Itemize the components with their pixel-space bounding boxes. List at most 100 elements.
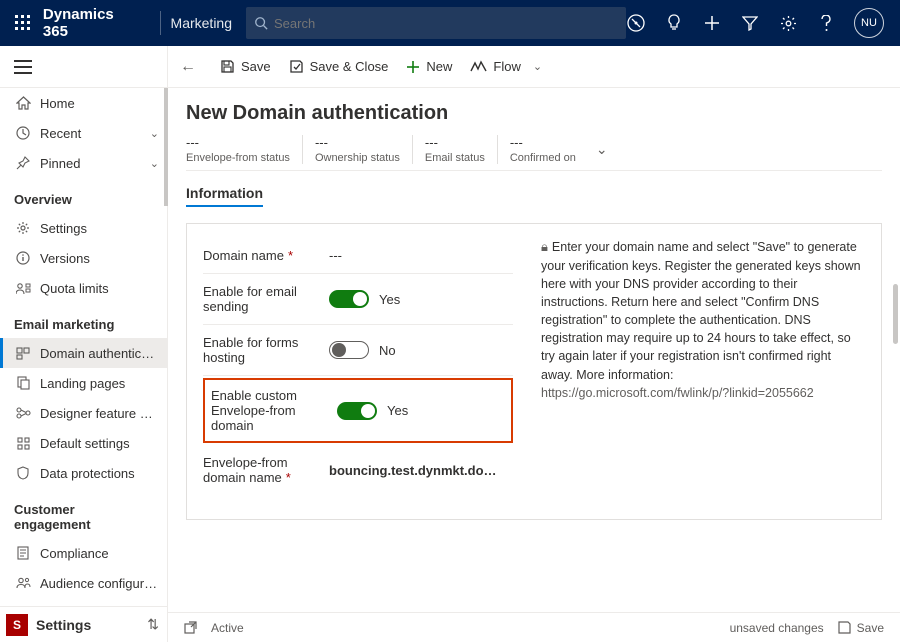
record-state: Active	[211, 621, 244, 635]
nav-settings[interactable]: Settings	[0, 213, 167, 243]
nav-label: Default settings	[40, 436, 159, 451]
toggle-label: Yes	[387, 403, 408, 418]
nav-audience[interactable]: Audience configur…	[0, 568, 167, 598]
search-input[interactable]	[274, 16, 618, 31]
new-button[interactable]: New	[406, 59, 452, 74]
popout-icon[interactable]	[184, 621, 197, 634]
nav-label: Audience configur…	[40, 576, 159, 591]
avatar-initials: NU	[861, 17, 877, 29]
save-close-icon	[289, 59, 304, 74]
assistant-icon[interactable]	[626, 13, 646, 33]
hamburger-icon[interactable]	[14, 60, 32, 74]
save-icon	[220, 59, 235, 74]
app-launcher[interactable]	[8, 7, 39, 39]
toggle-off[interactable]	[329, 341, 369, 359]
nav-label: Home	[40, 96, 159, 111]
required-marker: *	[288, 248, 293, 263]
lock-icon: 🔒︎	[541, 238, 548, 257]
content: New Domain authentication ---Envelope-fr…	[168, 88, 900, 642]
gear-icon	[14, 221, 32, 235]
pin-icon	[14, 156, 32, 170]
field-envelope-from-domain[interactable]: Envelope-from domain name* bouncing.test…	[203, 445, 513, 495]
chevron-down-icon: ⌄	[150, 157, 159, 170]
pages-icon	[14, 376, 32, 390]
quota-icon	[14, 282, 32, 295]
flow-icon	[470, 60, 487, 73]
footer-save-button[interactable]: Save	[838, 621, 884, 635]
status-expand[interactable]: ⌄	[596, 141, 608, 158]
nav-label: Settings	[40, 221, 159, 236]
search-box[interactable]	[246, 7, 626, 39]
nav-home[interactable]: Home	[0, 88, 167, 118]
highlighted-field: Enable custom Envelope-from domain Yes	[203, 378, 513, 443]
status-bar: Active unsaved changes Save	[168, 612, 900, 642]
flow-button[interactable]: Flow⌄	[470, 59, 542, 74]
field-enable-email[interactable]: Enable for email sending Yes	[203, 274, 513, 325]
app-name[interactable]: Dynamics 365	[43, 6, 140, 40]
search-icon	[254, 16, 268, 30]
nav-data-protections[interactable]: Data protections	[0, 458, 167, 488]
area-badge: S	[6, 614, 28, 636]
nav-landing[interactable]: Landing pages	[0, 368, 167, 398]
unsaved-label: unsaved changes	[730, 621, 824, 635]
save-close-button[interactable]: Save & Close	[289, 59, 389, 74]
cmd-label: Save	[241, 59, 271, 74]
nav-quota[interactable]: Quota limits	[0, 273, 167, 303]
nav-label: Recent	[40, 126, 150, 141]
nav-pinned[interactable]: Pinned ⌄	[0, 148, 167, 178]
toggle-label: No	[379, 343, 396, 358]
updown-icon: ⇅	[147, 616, 157, 633]
nav-label: Pinned	[40, 156, 150, 171]
cmd-label: Flow	[493, 59, 520, 74]
nav-versions[interactable]: Versions	[0, 243, 167, 273]
help-column: 🔒︎Enter your domain name and select "Sav…	[541, 238, 865, 495]
nav-defaults[interactable]: Default settings	[0, 428, 167, 458]
plus-icon	[406, 60, 420, 74]
domain-icon	[14, 347, 32, 360]
defaults-icon	[14, 437, 32, 450]
help-link[interactable]: https://go.microsoft.com/fwlink/p/?linki…	[541, 386, 814, 400]
audience-icon	[14, 577, 32, 589]
nav-recent[interactable]: Recent ⌄	[0, 118, 167, 148]
area-switcher[interactable]: S Settings ⇅	[0, 606, 167, 642]
field-enable-forms[interactable]: Enable for forms hosting No	[203, 325, 513, 376]
content-scrollbar[interactable]	[893, 284, 898, 344]
info-icon	[14, 251, 32, 265]
back-button[interactable]: ←	[180, 58, 202, 76]
field-label: Enable for email sending	[203, 284, 329, 314]
chevron-down-icon: ⌄	[150, 127, 159, 140]
module-name[interactable]: Marketing	[171, 15, 232, 31]
field-label: Enable custom Envelope-from domain	[211, 388, 337, 433]
lightbulb-icon[interactable]	[664, 13, 684, 33]
home-icon	[14, 96, 32, 110]
designer-icon	[14, 407, 32, 419]
nav-domain-auth[interactable]: Domain authentic…	[0, 338, 167, 368]
nav-compliance[interactable]: Compliance	[0, 538, 167, 568]
filter-icon[interactable]	[740, 13, 760, 33]
settings-icon[interactable]	[778, 13, 798, 33]
field-enable-custom-envelope[interactable]: Enable custom Envelope-from domain Yes	[205, 388, 505, 433]
user-avatar[interactable]: NU	[854, 8, 884, 38]
field-label: Envelope-from domain name	[203, 455, 288, 485]
nav-label: Landing pages	[40, 376, 159, 391]
nav-label: Versions	[40, 251, 159, 266]
field-value: bouncing.test.dynmkt.do…	[329, 463, 513, 478]
form-column: Domain name* --- Enable for email sendin…	[203, 238, 513, 495]
group-customer-engagement: Customer engagement	[0, 488, 167, 538]
nav-label: Quota limits	[40, 281, 159, 296]
status-envelope-from: ---Envelope-from status	[186, 135, 303, 164]
toggle-on[interactable]	[337, 402, 377, 420]
field-domain-name[interactable]: Domain name* ---	[203, 238, 513, 274]
toggle-on[interactable]	[329, 290, 369, 308]
nav-label: Domain authentic…	[40, 346, 159, 361]
add-icon[interactable]	[702, 13, 722, 33]
save-button[interactable]: Save	[220, 59, 271, 74]
nav-designer[interactable]: Designer feature …	[0, 398, 167, 428]
help-icon[interactable]	[816, 13, 836, 33]
group-overview: Overview	[0, 178, 167, 213]
tab-information[interactable]: Information	[186, 185, 263, 207]
header-status-row: ---Envelope-from status ---Ownership sta…	[186, 135, 882, 171]
top-actions: NU	[626, 8, 884, 38]
nav-label: Compliance	[40, 546, 159, 561]
status-ownership: ---Ownership status	[303, 135, 413, 164]
